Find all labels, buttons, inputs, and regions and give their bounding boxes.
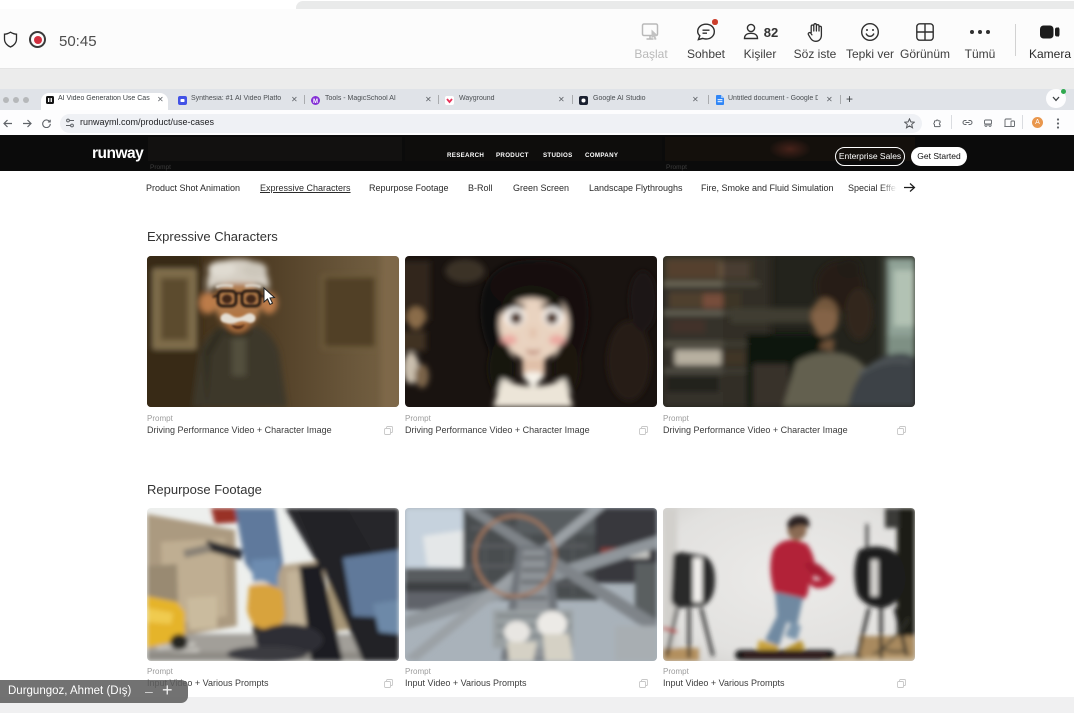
svg-text:M: M — [313, 98, 318, 104]
